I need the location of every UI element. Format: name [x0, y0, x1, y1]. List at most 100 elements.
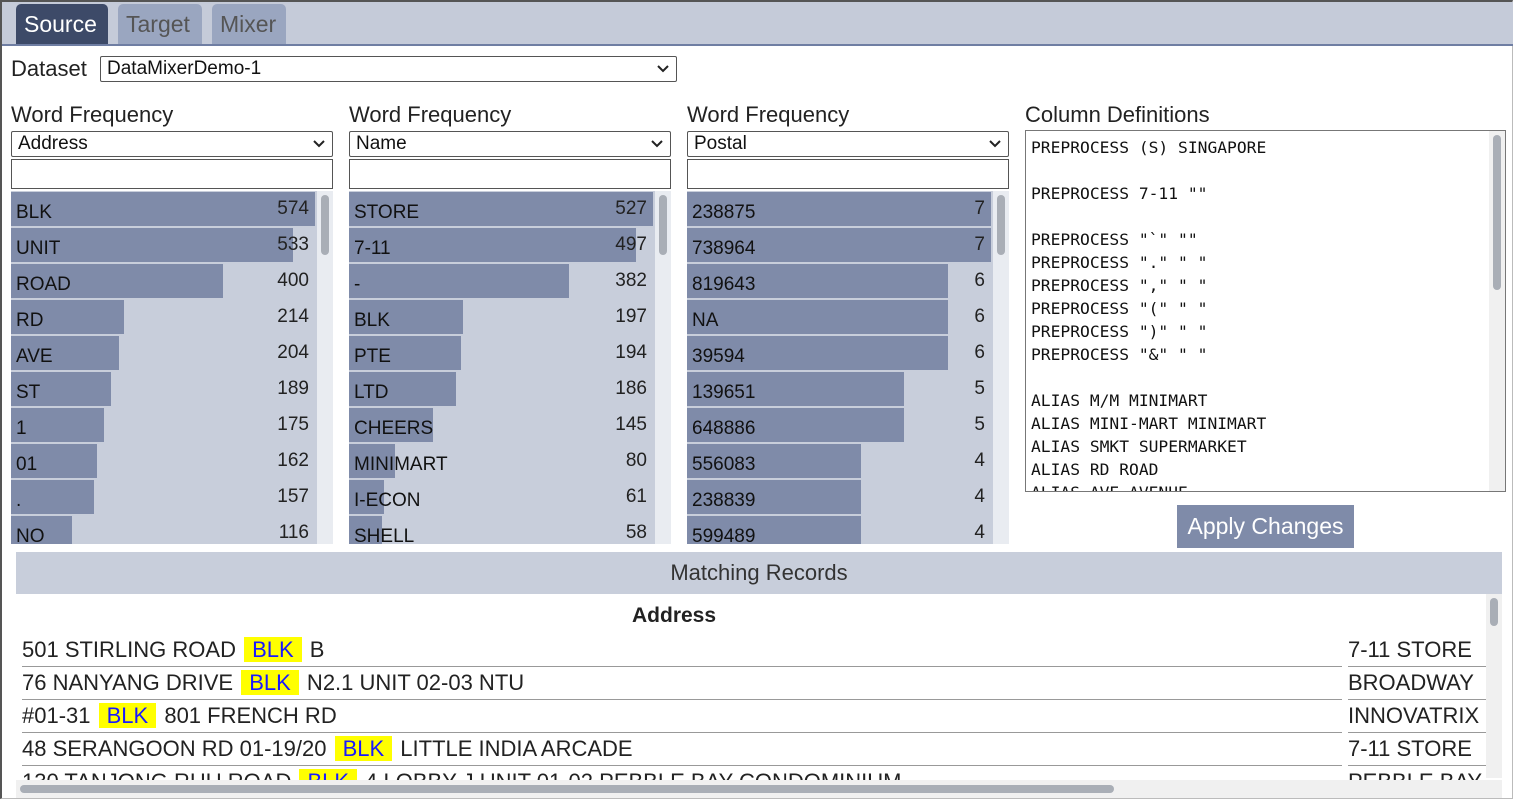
scrollbar-thumb[interactable] [997, 195, 1005, 255]
word-frequency-row[interactable]: 238875 7 [687, 192, 991, 226]
word-frequency-row[interactable]: 7-11 497 [349, 228, 653, 262]
frequency-term: 1 [16, 418, 27, 439]
frequency-count: 175 [277, 414, 309, 435]
word-frequency-row[interactable]: BLK 197 [349, 300, 653, 334]
tab-mixer[interactable]: Mixer [212, 4, 286, 44]
frequency-term: 738964 [692, 238, 756, 259]
frequency-count: 382 [615, 270, 647, 291]
matching-records-header: Matching Records [16, 552, 1502, 594]
scrollbar-thumb[interactable] [20, 785, 1114, 793]
word-frequency-filter-input-postal[interactable] [687, 159, 1009, 189]
word-frequency-row[interactable]: RD 214 [11, 300, 315, 334]
word-frequency-row[interactable]: I-ECON 61 [349, 480, 653, 514]
frequency-term: NA [692, 310, 719, 331]
frequency-bar [11, 480, 94, 514]
frequency-count: 189 [277, 378, 309, 399]
address-cell: #01-31 BLK 801 FRENCH RD [22, 700, 1342, 733]
frequency-count: 58 [625, 522, 647, 543]
chevron-down-icon [989, 140, 1001, 148]
match-highlight: BLK [98, 703, 157, 728]
word-frequency-row[interactable]: 238839 4 [687, 480, 991, 514]
scrollbar-thumb[interactable] [1493, 135, 1501, 290]
word-frequency-row[interactable]: ROAD 400 [11, 264, 315, 298]
vertical-scrollbar[interactable] [317, 191, 333, 544]
word-frequency-list-postal[interactable]: 238875 7 738964 7 819643 6 NA 6 39594 6 139651 5 648… [687, 191, 1009, 544]
apply-changes-button[interactable]: Apply Changes [1177, 505, 1354, 548]
word-frequency-row[interactable]: UNIT 533 [11, 228, 315, 262]
name-cell: 7-11 STORE [1348, 634, 1488, 667]
word-frequency-row[interactable]: 01 162 [11, 444, 315, 478]
frequency-count: 4 [974, 522, 985, 543]
frequency-count: 4 [974, 486, 985, 507]
address-text: #01-31 [22, 703, 97, 728]
scrollbar-thumb[interactable] [1490, 598, 1498, 626]
frequency-term: 7-11 [354, 238, 391, 259]
column-definitions-editor[interactable]: PREPROCESS (S) SINGAPORE PREPROCESS 7-11… [1025, 130, 1506, 492]
dataset-select-value: DataMixerDemo-1 [107, 58, 262, 79]
word-frequency-row[interactable]: BLK 574 [11, 192, 315, 226]
word-frequency-row[interactable]: CHEERS 145 [349, 408, 653, 442]
frequency-term: RD [16, 310, 44, 331]
frequency-count: 145 [615, 414, 647, 435]
address-text: 501 STIRLING ROAD [22, 637, 243, 662]
word-frequency-row[interactable]: 1 175 [11, 408, 315, 442]
word-frequency-row[interactable]: 139651 5 [687, 372, 991, 406]
word-frequency-row[interactable]: - 382 [349, 264, 653, 298]
word-frequency-row[interactable]: STORE 527 [349, 192, 653, 226]
vertical-scrollbar[interactable] [655, 191, 671, 544]
column-definitions-text[interactable]: PREPROCESS (S) SINGAPORE PREPROCESS 7-11… [1031, 136, 1266, 491]
vertical-scrollbar[interactable] [993, 191, 1009, 544]
word-frequency-column-select-postal[interactable]: Postal [687, 131, 1009, 157]
word-frequency-row[interactable]: 819643 6 [687, 264, 991, 298]
frequency-count: 6 [974, 306, 985, 327]
word-frequency-row[interactable]: 738964 7 [687, 228, 991, 262]
word-frequency-list-name[interactable]: STORE 527 7-11 497 - 382 BLK 197 PTE 194 LTD 186 CHE… [349, 191, 671, 544]
frequency-term: . [16, 490, 22, 511]
frequency-term: 238839 [692, 490, 756, 511]
tab-target[interactable]: Target [118, 4, 202, 44]
matching-records-table: Address 501 STIRLING ROAD BLK B 7-11 STOR… [16, 594, 1502, 798]
word-frequency-row[interactable]: ST 189 [11, 372, 315, 406]
address-text: 801 FRENCH RD [158, 703, 337, 728]
word-frequency-row[interactable]: 39594 6 [687, 336, 991, 370]
frequency-count: 204 [277, 342, 309, 363]
word-frequency-list-address[interactable]: BLK 574 UNIT 533 ROAD 400 RD 214 AVE 204 ST 189 1 175… [11, 191, 333, 544]
word-frequency-row[interactable]: NO 116 [11, 516, 315, 544]
word-frequency-row[interactable]: MINIMART 80 [349, 444, 653, 478]
frequency-term: 01 [16, 454, 38, 475]
frequency-term: CHEERS [354, 418, 434, 439]
word-frequency-row[interactable]: SHELL 58 [349, 516, 653, 544]
address-text: LITTLE INDIA ARCADE [394, 736, 633, 761]
word-frequency-filter-input-address[interactable] [11, 159, 333, 189]
word-frequency-filter-input-name[interactable] [349, 159, 671, 189]
word-frequency-row[interactable]: AVE 204 [11, 336, 315, 370]
data-mixer-app: Source Target Mixer Dataset DataMixerDem… [0, 0, 1513, 799]
word-frequency-title-name: Word Frequency [349, 102, 512, 127]
scrollbar-thumb[interactable] [659, 195, 667, 255]
word-frequency-row[interactable]: . 157 [11, 480, 315, 514]
vertical-scrollbar[interactable] [1489, 131, 1505, 491]
tab-source[interactable]: Source [16, 4, 108, 44]
scrollbar-thumb[interactable] [321, 195, 329, 255]
frequency-count: 527 [615, 198, 647, 219]
horizontal-scrollbar[interactable] [16, 780, 1502, 798]
word-frequency-row[interactable]: LTD 186 [349, 372, 653, 406]
frequency-term: ST [16, 382, 41, 403]
frequency-term: SHELL [354, 526, 415, 544]
word-frequency-row[interactable]: NA 6 [687, 300, 991, 334]
word-frequency-column-select-address[interactable]: Address [11, 131, 333, 157]
word-frequency-row[interactable]: 599489 4 [687, 516, 991, 544]
word-frequency-row[interactable]: 556083 4 [687, 444, 991, 478]
word-frequency-row[interactable]: PTE 194 [349, 336, 653, 370]
column-header-address: Address [632, 604, 717, 627]
word-frequency-column-select-name[interactable]: Name [349, 131, 671, 157]
word-frequency-row[interactable]: 648886 5 [687, 408, 991, 442]
address-cell: 501 STIRLING ROAD BLK B [22, 634, 1342, 667]
frequency-term: 599489 [692, 526, 756, 544]
vertical-scrollbar[interactable] [1486, 594, 1502, 778]
address-text: N2.1 UNIT 02-03 NTU [300, 670, 525, 695]
frequency-term: 39594 [692, 346, 745, 367]
frequency-term: I-ECON [354, 490, 421, 511]
dataset-label: Dataset [11, 56, 87, 81]
dataset-select[interactable]: DataMixerDemo-1 [100, 56, 677, 82]
